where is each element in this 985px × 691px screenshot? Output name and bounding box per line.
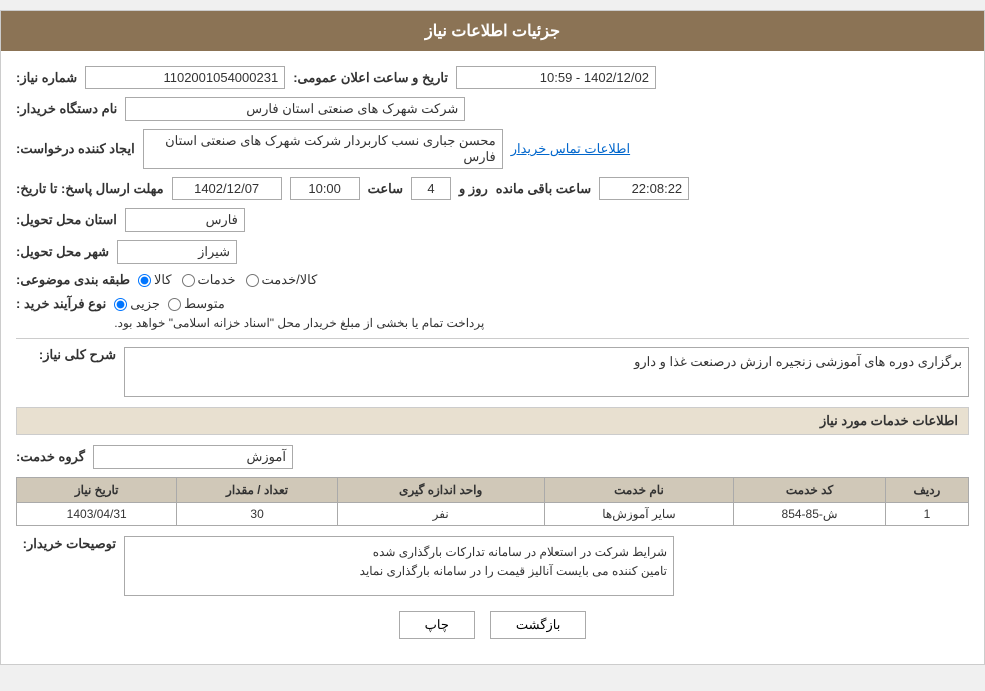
buyer-notes-label: توصیحات خریدار: <box>16 536 116 552</box>
city-value: شیراز <box>117 240 237 264</box>
col-code: کد خدمت <box>734 478 886 503</box>
back-button[interactable]: بازگشت <box>490 611 586 639</box>
col-date: تاریخ نیاز <box>17 478 177 503</box>
category-khadamat-label: خدمات <box>198 272 236 288</box>
deadline-remaining-label: ساعت باقی مانده <box>496 181 591 197</box>
page-wrapper: جزئیات اطلاعات نیاز 1402/12/02 - 10:59 ت… <box>0 10 985 665</box>
need-description-box: برگزاری دوره های آموزشی زنجیره ارزش درصن… <box>124 347 969 397</box>
cell-row: 1 <box>885 503 968 526</box>
content-area: 1402/12/02 - 10:59 تاریخ و ساعت اعلان عم… <box>1 51 984 664</box>
cell-unit: نفر <box>337 503 544 526</box>
need-number-label: شماره نیاز: <box>16 70 77 86</box>
buyer-notes-line1: شرایط شرکت در استعلام در سامانه تدارکات … <box>131 543 667 562</box>
deadline-day-label: روز و <box>459 181 488 197</box>
category-kala-khadamat-item: کالا/خدمت <box>246 272 318 288</box>
deadline-days: 4 <box>411 177 451 200</box>
city-label: شهر محل تحویل: <box>16 244 109 260</box>
deadline-time: 10:00 <box>290 177 360 200</box>
buyer-org-value: شرکت شهرک های صنعتی استان فارس <box>125 97 465 121</box>
deadline-remaining: 22:08:22 <box>599 177 689 200</box>
need-number-value: 1102001054000231 <box>85 66 285 89</box>
buyer-org-label: نام دستگاه خریدار: <box>16 101 117 117</box>
purchase-motavaset-label: متوسط <box>184 296 225 312</box>
cell-qty: 30 <box>177 503 337 526</box>
cell-name: سایر آموزش‌ها <box>544 503 734 526</box>
service-group-row: آموزش گروه خدمت: <box>16 445 969 469</box>
print-button[interactable]: چاپ <box>399 611 475 639</box>
purchase-type-row: متوسط جزیی پرداخت تمام یا بخشی از مبلغ خ… <box>16 296 969 330</box>
col-qty: تعداد / مقدار <box>177 478 337 503</box>
page-title: جزئیات اطلاعات نیاز <box>1 11 984 51</box>
category-khadamat-radio[interactable] <box>182 274 195 287</box>
buyer-notes-line2: تامین کننده می بایست آنالیز قیمت را در س… <box>131 562 667 581</box>
buyer-notes-wrapper: شرایط شرکت در استعلام در سامانه تدارکات … <box>16 536 969 596</box>
creator-row: اطلاعات تماس خریدار محسن جباری نسب کاربر… <box>16 129 969 169</box>
col-row: ردیف <box>885 478 968 503</box>
purchase-type-label: نوع فرآیند خرید : <box>16 296 106 312</box>
announce-datetime-value: 1402/12/02 - 10:59 <box>456 66 656 89</box>
col-name: نام خدمت <box>544 478 734 503</box>
category-kala-item: کالا <box>138 272 172 288</box>
category-kala-radio[interactable] <box>138 274 151 287</box>
purchase-jozi-label: جزیی <box>130 296 160 312</box>
purchase-motavaset-radio[interactable] <box>168 298 181 311</box>
need-description-label: شرح کلی نیاز: <box>16 347 116 363</box>
purchase-motavaset-item: متوسط <box>168 296 225 312</box>
buyer-notes-box: شرایط شرکت در استعلام در سامانه تدارکات … <box>124 536 674 596</box>
need-description-text: برگزاری دوره های آموزشی زنجیره ارزش درصن… <box>634 354 962 369</box>
buyer-org-row: شرکت شهرک های صنعتی استان فارس نام دستگا… <box>16 97 969 121</box>
services-section-title: اطلاعات خدمات مورد نیاز <box>16 407 969 435</box>
table-row: 1 ش-85-854 سایر آموزش‌ها نفر 30 1403/04/… <box>17 503 969 526</box>
contact-link[interactable]: اطلاعات تماس خریدار <box>511 141 630 157</box>
cell-date: 1403/04/31 <box>17 503 177 526</box>
need-description-wrapper: برگزاری دوره های آموزشی زنجیره ارزش درصن… <box>16 347 969 397</box>
province-label: استان محل تحویل: <box>16 212 117 228</box>
need-number-row: 1402/12/02 - 10:59 تاریخ و ساعت اعلان عم… <box>16 66 969 89</box>
category-khadamat-item: خدمات <box>182 272 236 288</box>
deadline-label: مهلت ارسال پاسخ: تا تاریخ: <box>16 181 164 197</box>
announce-datetime-label: تاریخ و ساعت اعلان عمومی: <box>293 70 448 86</box>
category-radio-group: کالا/خدمت خدمات کالا <box>138 272 317 288</box>
service-group-value: آموزش <box>93 445 293 469</box>
purchase-note: پرداخت تمام یا بخشی از مبلغ خریدار محل "… <box>114 316 484 330</box>
purchase-jozi-radio[interactable] <box>114 298 127 311</box>
deadline-date: 1402/12/07 <box>172 177 282 200</box>
category-kala-khadamat-radio[interactable] <box>246 274 259 287</box>
cell-code: ش-85-854 <box>734 503 886 526</box>
col-unit: واحد اندازه گیری <box>337 478 544 503</box>
services-table-container: ردیف کد خدمت نام خدمت واحد اندازه گیری ت… <box>16 477 969 526</box>
category-label: طبقه بندی موضوعی: <box>16 272 130 288</box>
deadline-row: 22:08:22 ساعت باقی مانده روز و 4 ساعت 10… <box>16 177 969 200</box>
city-row: شیراز شهر محل تحویل: <box>16 240 969 264</box>
service-group-label: گروه خدمت: <box>16 449 85 465</box>
province-value: فارس <box>125 208 245 232</box>
deadline-time-label: ساعت <box>368 181 403 197</box>
services-table: ردیف کد خدمت نام خدمت واحد اندازه گیری ت… <box>16 477 969 526</box>
purchase-jozi-item: جزیی <box>114 296 160 312</box>
category-kala-label: کالا <box>154 272 172 288</box>
category-row: کالا/خدمت خدمات کالا طبقه بندی موضوعی: <box>16 272 969 288</box>
divider1 <box>16 338 969 339</box>
category-kala-khadamat-label: کالا/خدمت <box>262 272 318 288</box>
province-row: فارس استان محل تحویل: <box>16 208 969 232</box>
creator-value: محسن جباری نسب کاربردار شرکت شهرک های صن… <box>143 129 503 169</box>
creator-label: ایجاد کننده درخواست: <box>16 141 135 157</box>
buttons-row: بازگشت چاپ <box>16 611 969 639</box>
